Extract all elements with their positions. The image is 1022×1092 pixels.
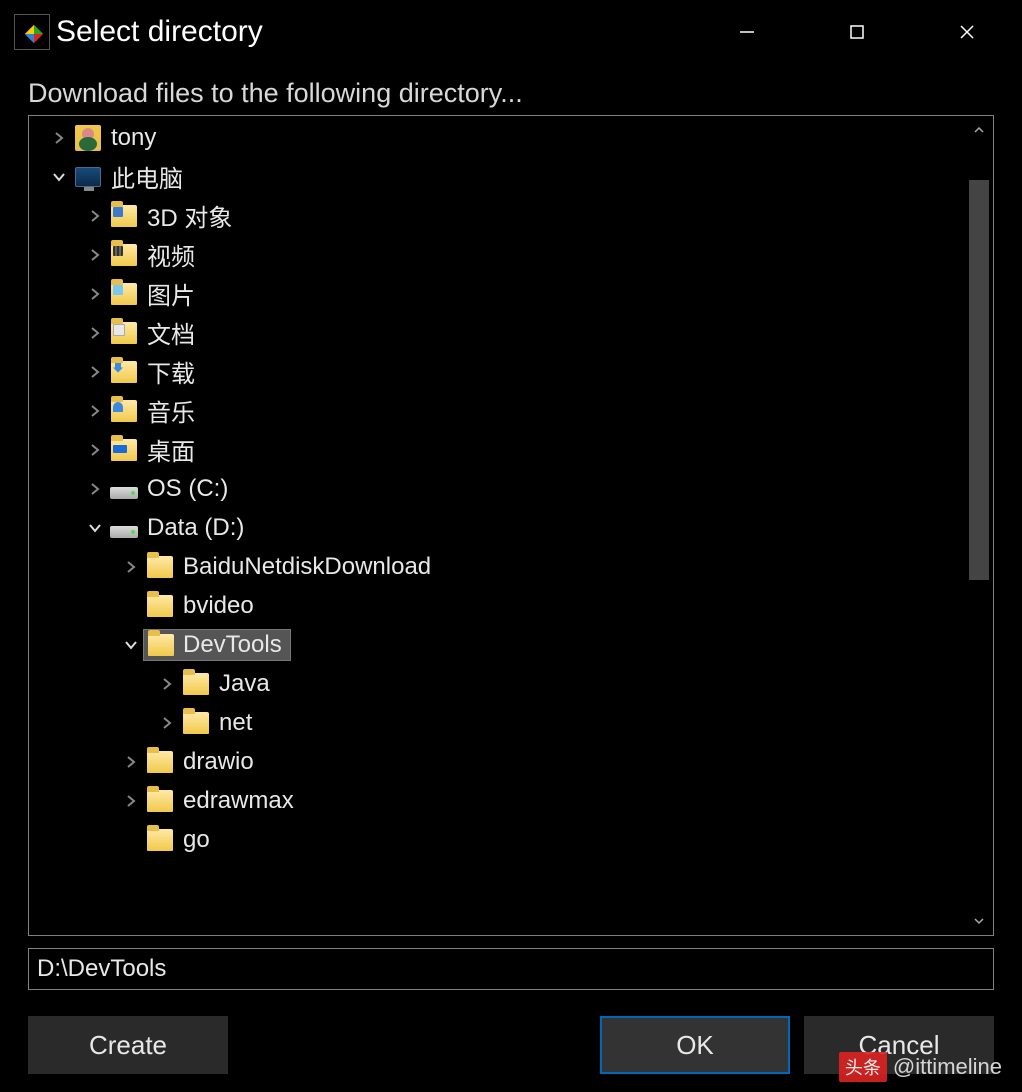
chevron-right-icon[interactable] bbox=[83, 469, 107, 508]
ok-button[interactable]: OK bbox=[600, 1016, 790, 1074]
watermark-text: @ittimeline bbox=[893, 1054, 1002, 1080]
folder-icon bbox=[143, 551, 177, 583]
tree-row[interactable]: 此电脑 bbox=[29, 157, 965, 196]
lib-mus-icon bbox=[107, 395, 141, 427]
chevron-right-icon[interactable] bbox=[119, 547, 143, 586]
chevron-right-icon[interactable] bbox=[155, 664, 179, 703]
tree-row-label: go bbox=[177, 824, 210, 856]
chevron-down-icon[interactable] bbox=[83, 508, 107, 547]
path-input[interactable]: D:\DevTools bbox=[28, 948, 994, 990]
folder-icon bbox=[143, 629, 177, 661]
tree-row-label: 下载 bbox=[141, 356, 195, 388]
tree-row-label: edrawmax bbox=[177, 785, 294, 817]
tree-row[interactable]: net bbox=[29, 703, 965, 742]
tree-row[interactable]: DevTools bbox=[29, 625, 965, 664]
close-button[interactable] bbox=[912, 0, 1022, 64]
tree-row-label: Data (D:) bbox=[141, 512, 244, 544]
tree-row[interactable]: tony bbox=[29, 118, 965, 157]
folder-icon bbox=[179, 707, 213, 739]
folder-icon bbox=[179, 668, 213, 700]
tree-row[interactable]: Java bbox=[29, 664, 965, 703]
tree-row[interactable]: 音乐 bbox=[29, 391, 965, 430]
chevron-right-icon[interactable] bbox=[83, 391, 107, 430]
tree-row-label: Java bbox=[213, 668, 270, 700]
tree-row-label: 文档 bbox=[141, 317, 195, 349]
chevron-down-icon[interactable] bbox=[47, 157, 71, 196]
chevron-right-icon[interactable] bbox=[155, 703, 179, 742]
tree-row[interactable]: 桌面 bbox=[29, 430, 965, 469]
expander-placeholder bbox=[119, 820, 143, 859]
tree-row-label: 图片 bbox=[141, 278, 195, 310]
chevron-right-icon[interactable] bbox=[83, 430, 107, 469]
folder-icon bbox=[143, 785, 177, 817]
tree-row[interactable]: 视频 bbox=[29, 235, 965, 274]
app-icon bbox=[14, 14, 50, 50]
tree-row[interactable]: drawio bbox=[29, 742, 965, 781]
tree-row-label: OS (C:) bbox=[141, 473, 228, 505]
tree-row[interactable]: 文档 bbox=[29, 313, 965, 352]
tree-row[interactable]: 下载 bbox=[29, 352, 965, 391]
folder-icon bbox=[143, 746, 177, 778]
window-controls bbox=[692, 0, 1022, 64]
tree-row-label: 视频 bbox=[141, 239, 195, 271]
tree-row-label: tony bbox=[105, 122, 156, 154]
tree-row[interactable]: BaiduNetdiskDownload bbox=[29, 547, 965, 586]
tree-row[interactable]: 3D 对象 bbox=[29, 196, 965, 235]
tree-row[interactable]: OS (C:) bbox=[29, 469, 965, 508]
tree-row[interactable]: Data (D:) bbox=[29, 508, 965, 547]
chevron-right-icon[interactable] bbox=[119, 781, 143, 820]
window-title: Select directory bbox=[56, 15, 263, 49]
path-input-value: D:\DevTools bbox=[37, 955, 166, 983]
directory-tree: tony 此电脑 3D 对象视频图片文档下载音乐桌面 OS (C:) Data (D:)… bbox=[28, 115, 994, 936]
minimize-button[interactable] bbox=[692, 0, 802, 64]
lib-blue-icon bbox=[107, 200, 141, 232]
tree-row-label: 音乐 bbox=[141, 395, 195, 427]
create-button-label: Create bbox=[89, 1030, 167, 1061]
tree-row-label: net bbox=[213, 707, 252, 739]
tree-row-label: 桌面 bbox=[141, 434, 195, 466]
scroll-down-icon[interactable] bbox=[965, 907, 993, 935]
scrollbar[interactable] bbox=[965, 116, 993, 935]
instruction-text: Download files to the following director… bbox=[28, 64, 994, 115]
drive-icon bbox=[107, 512, 141, 544]
create-button[interactable]: Create bbox=[28, 1016, 228, 1074]
lib-dl-icon bbox=[107, 356, 141, 388]
watermark-logo: 头条 bbox=[839, 1052, 887, 1082]
chevron-right-icon[interactable] bbox=[47, 118, 71, 157]
tree-row[interactable]: bvideo bbox=[29, 586, 965, 625]
tree-row[interactable]: 图片 bbox=[29, 274, 965, 313]
chevron-right-icon[interactable] bbox=[83, 235, 107, 274]
tree-row-label: BaiduNetdiskDownload bbox=[177, 551, 431, 583]
ok-button-label: OK bbox=[676, 1030, 714, 1061]
chevron-down-icon[interactable] bbox=[119, 625, 143, 664]
pc-icon bbox=[71, 161, 105, 193]
chevron-right-icon[interactable] bbox=[119, 742, 143, 781]
expander-placeholder bbox=[119, 586, 143, 625]
chevron-right-icon[interactable] bbox=[83, 274, 107, 313]
tree-row-label: DevTools bbox=[177, 629, 291, 661]
chevron-right-icon[interactable] bbox=[83, 352, 107, 391]
tree-row-label: drawio bbox=[177, 746, 254, 778]
user-icon bbox=[71, 122, 105, 154]
tree-row[interactable]: go bbox=[29, 820, 965, 859]
tree-row-label: 此电脑 bbox=[105, 161, 183, 193]
watermark: 头条 @ittimeline bbox=[839, 1052, 1002, 1082]
lib-pic-icon bbox=[107, 278, 141, 310]
scroll-thumb[interactable] bbox=[969, 180, 989, 580]
tree-row[interactable]: edrawmax bbox=[29, 781, 965, 820]
maximize-button[interactable] bbox=[802, 0, 912, 64]
titlebar: Select directory bbox=[0, 0, 1022, 64]
tree-row-label: bvideo bbox=[177, 590, 254, 622]
chevron-right-icon[interactable] bbox=[83, 313, 107, 352]
chevron-right-icon[interactable] bbox=[83, 196, 107, 235]
folder-icon bbox=[143, 824, 177, 856]
lib-vid-icon bbox=[107, 239, 141, 271]
tree-row-label: 3D 对象 bbox=[141, 200, 232, 232]
lib-doc-icon bbox=[107, 317, 141, 349]
folder-icon bbox=[143, 590, 177, 622]
scroll-up-icon[interactable] bbox=[965, 116, 993, 144]
lib-desk-icon bbox=[107, 434, 141, 466]
drive-icon bbox=[107, 473, 141, 505]
